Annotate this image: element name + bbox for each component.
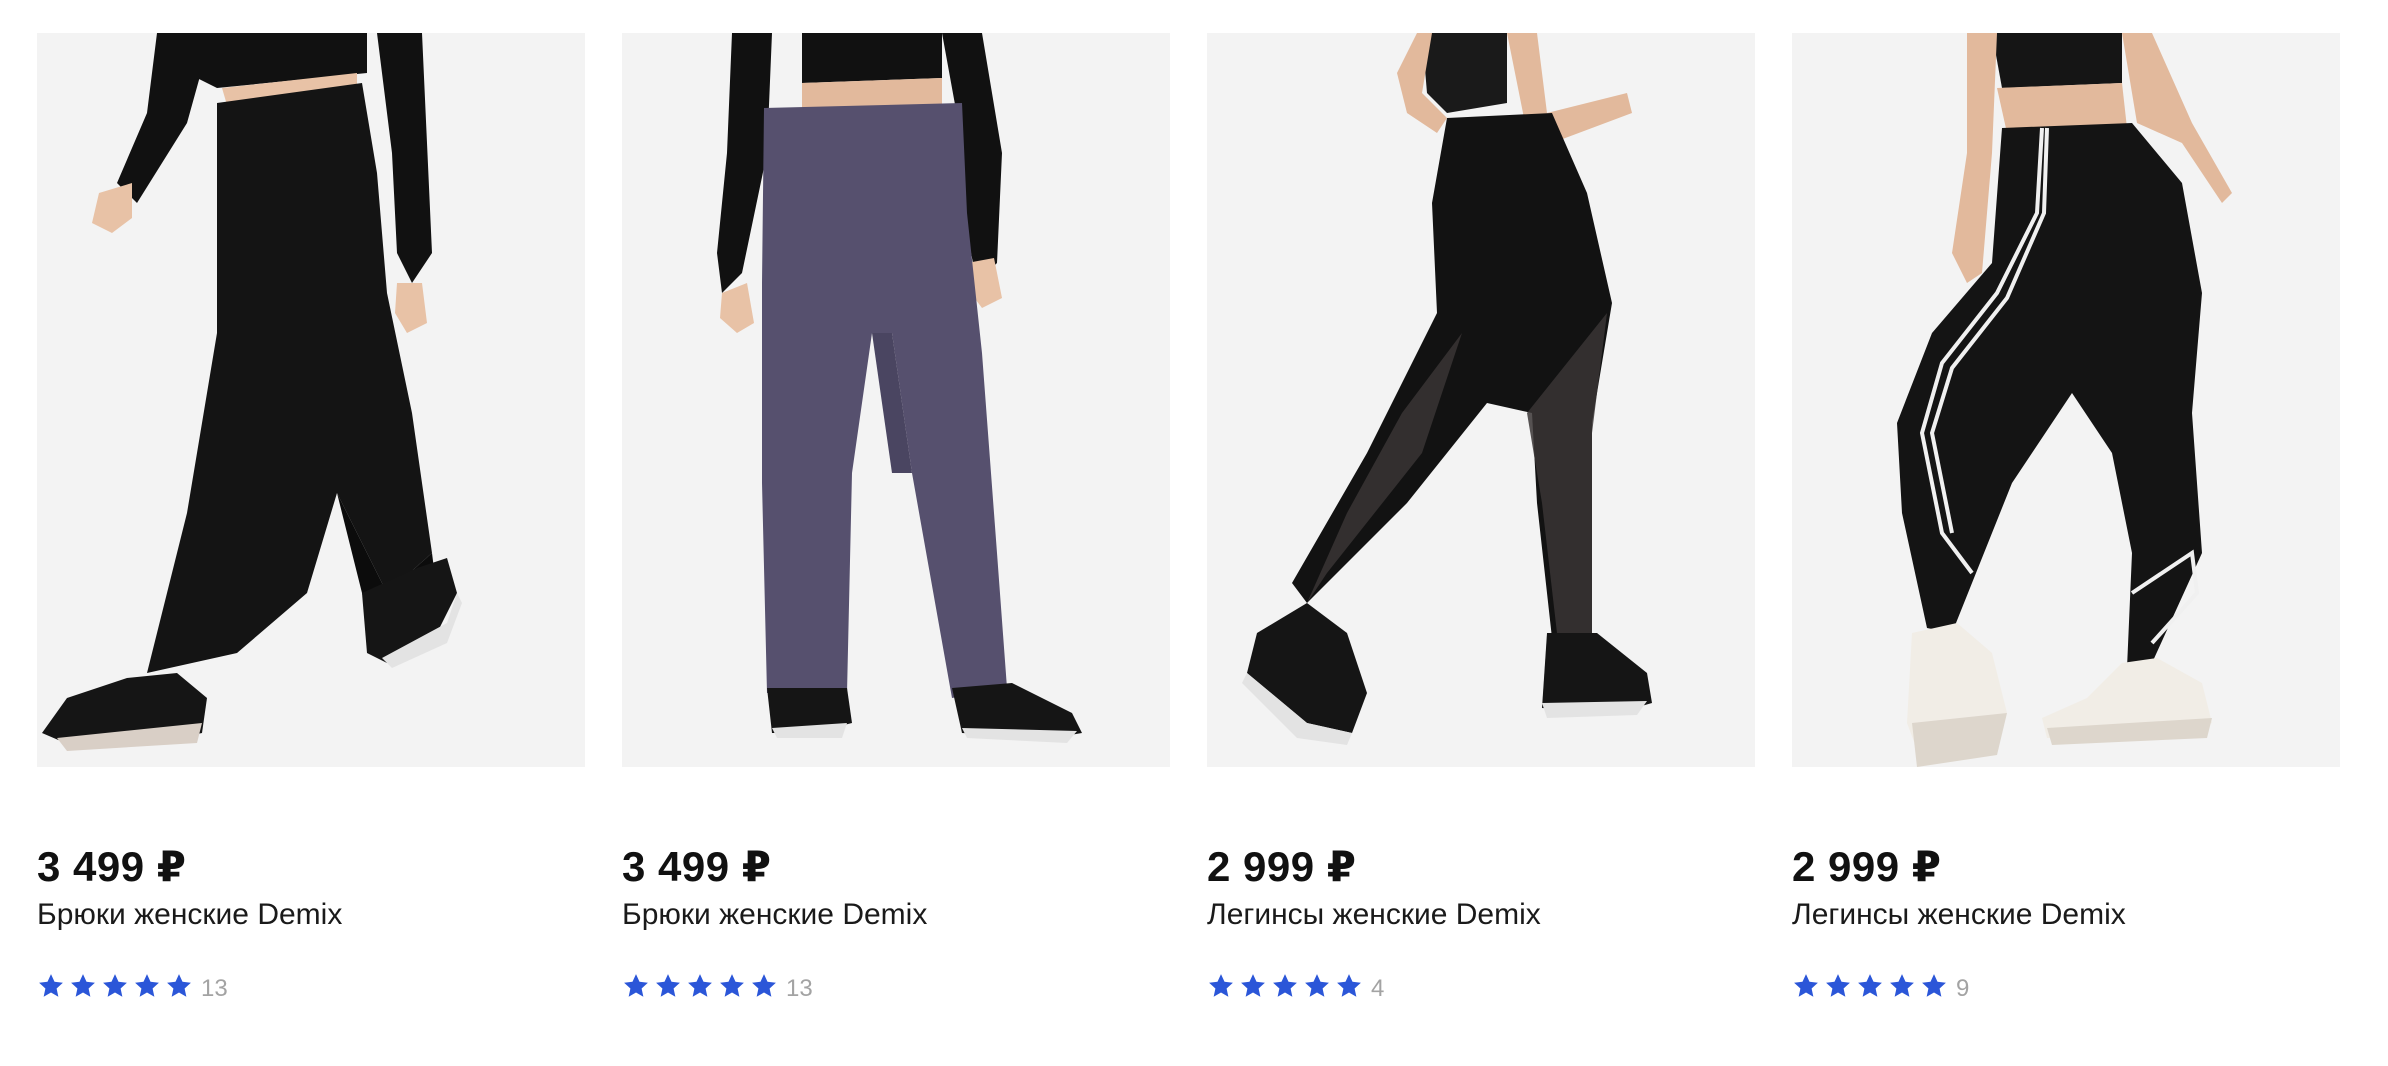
product-price: 2 999 ₽ bbox=[1792, 843, 1942, 890]
product-rating: 13 bbox=[622, 968, 1170, 1004]
product-card[interactable]: 3 499 ₽ Брюки женские Demix 13 bbox=[37, 33, 585, 1004]
star-icon bbox=[1241, 974, 1265, 997]
product-price: 3 499 ₽ bbox=[37, 843, 187, 890]
product-rating: 13 bbox=[37, 968, 585, 1004]
rating-stars bbox=[1207, 972, 1363, 1000]
product-photo-black-mesh-leggings bbox=[1207, 33, 1755, 767]
product-photo-purple-wide-pants bbox=[622, 33, 1170, 767]
star-icon bbox=[1209, 974, 1233, 997]
star-icon bbox=[656, 974, 680, 997]
product-rating: 4 bbox=[1207, 968, 1755, 1004]
product-card[interactable]: 2 999 ₽ Легинсы женские Demix 9 bbox=[1792, 33, 2340, 1004]
review-count: 13 bbox=[201, 975, 228, 1002]
star-icon bbox=[1922, 974, 1946, 997]
product-title[interactable]: Брюки женские Demix bbox=[37, 896, 585, 934]
rating-stars bbox=[37, 972, 193, 1000]
star-icon bbox=[688, 974, 712, 997]
review-count: 4 bbox=[1371, 975, 1385, 1002]
product-price: 2 999 ₽ bbox=[1207, 843, 1357, 890]
product-title[interactable]: Легинсы женские Demix bbox=[1792, 896, 2340, 934]
product-rating: 9 bbox=[1792, 968, 2340, 1004]
star-icon bbox=[1890, 974, 1914, 997]
product-grid: 3 499 ₽ Брюки женские Demix 13 3 499 ₽ Б… bbox=[37, 33, 2340, 1004]
star-icon bbox=[71, 974, 95, 997]
star-icon bbox=[752, 974, 776, 997]
star-icon bbox=[135, 974, 159, 997]
product-photo-black-wide-pants bbox=[37, 33, 585, 767]
product-title[interactable]: Брюки женские Demix bbox=[622, 896, 1170, 934]
star-icon bbox=[1794, 974, 1818, 997]
star-icon bbox=[1826, 974, 1850, 997]
star-icon bbox=[1305, 974, 1329, 997]
star-icon bbox=[39, 974, 63, 997]
product-card[interactable]: 2 999 ₽ Легинсы женские Demix 4 bbox=[1207, 33, 1755, 1004]
star-icon bbox=[624, 974, 648, 997]
product-photo[interactable] bbox=[1207, 33, 1755, 767]
star-icon bbox=[1858, 974, 1882, 997]
product-title[interactable]: Легинсы женские Demix bbox=[1207, 896, 1755, 934]
product-photo[interactable] bbox=[37, 33, 585, 767]
product-photo[interactable] bbox=[622, 33, 1170, 767]
star-icon bbox=[720, 974, 744, 997]
star-icon bbox=[1273, 974, 1297, 997]
review-count: 9 bbox=[1956, 975, 1970, 1002]
product-photo-black-piped-leggings bbox=[1792, 33, 2340, 767]
product-card[interactable]: 3 499 ₽ Брюки женские Demix 13 bbox=[622, 33, 1170, 1004]
product-price: 3 499 ₽ bbox=[622, 843, 772, 890]
star-icon bbox=[103, 974, 127, 997]
rating-stars bbox=[1792, 972, 1948, 1000]
rating-stars bbox=[622, 972, 778, 1000]
star-icon bbox=[167, 974, 191, 997]
product-photo[interactable] bbox=[1792, 33, 2340, 767]
star-icon bbox=[1337, 974, 1361, 997]
review-count: 13 bbox=[786, 975, 813, 1002]
